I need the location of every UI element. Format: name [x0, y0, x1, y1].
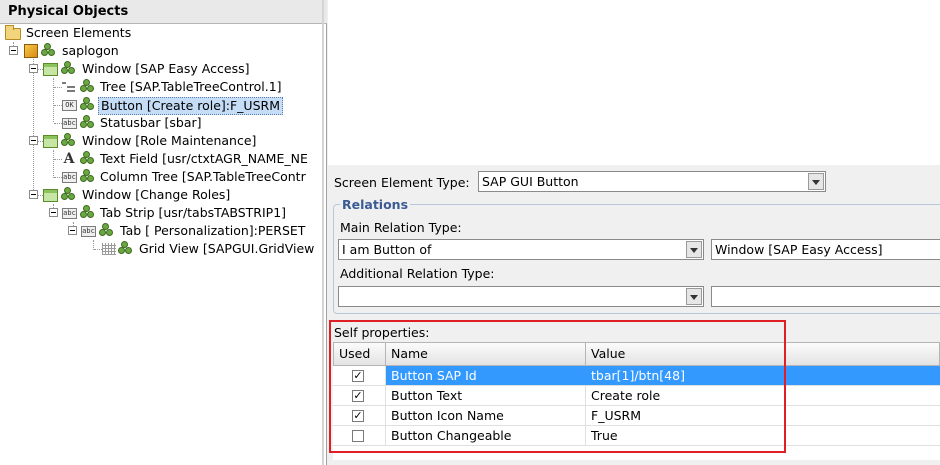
tree-node-window-change-roles[interactable]: Window [Change Roles] [0, 186, 320, 204]
folder-icon [5, 25, 21, 40]
tree-node-label: Window [Role Maintenance] [82, 133, 257, 148]
people-icon [41, 43, 57, 59]
physical-objects-panel: Physical Objects Screen Elements saplogo… [0, 0, 327, 465]
window-icon [43, 63, 58, 76]
tree-node-saplogon[interactable]: saplogon [0, 42, 320, 60]
additional-relation-target-field[interactable] [711, 286, 940, 307]
tree-node-label: Button [Create role]:F_USRM [98, 97, 283, 115]
chevron-down-icon[interactable] [808, 173, 824, 190]
tree-node-tab-personalization[interactable]: abc Tab [ Personalization]:PERSET [0, 222, 320, 240]
abc-field-icon: abc [62, 118, 77, 129]
people-icon [80, 79, 96, 95]
chevron-down-icon[interactable] [686, 288, 702, 305]
tree-node-button-create-role[interactable]: OK Button [Create role]:F_USRM [0, 96, 320, 115]
abc-field-icon: abc [62, 172, 77, 183]
chevron-down-icon[interactable] [686, 241, 702, 258]
people-icon [61, 61, 77, 77]
text-field-icon: A [63, 151, 75, 167]
collapse-icon[interactable] [29, 136, 38, 145]
tree-node-label: Window [SAP Easy Access] [82, 61, 250, 76]
people-icon [80, 97, 96, 113]
additional-relation-type-label: Additional Relation Type: [340, 266, 495, 281]
tree-node-label: Statusbar [sbar] [100, 115, 202, 130]
dropdown-value: SAP GUI Button [482, 174, 579, 189]
tree-node-label: Tree [SAP.TableTreeControl.1] [100, 79, 282, 94]
empty-area [328, 0, 940, 165]
relations-title: Relations [340, 197, 411, 212]
tree-node-statusbar[interactable]: abc Statusbar [sbar] [0, 114, 320, 132]
people-icon [80, 205, 96, 221]
tree-node-label: Grid View [SAPGUI.GridView [139, 241, 315, 256]
tree-node-window-sap-easy-access[interactable]: Window [SAP Easy Access] [0, 60, 320, 78]
abc-field-icon: abc [81, 226, 96, 237]
screen-element-type-dropdown[interactable]: SAP GUI Button [478, 171, 826, 192]
tree-node-label: Tab Strip [usr/tabsTABSTRIP1] [100, 205, 287, 220]
people-icon [99, 223, 115, 239]
tree-node-label: Tab [ Personalization]:PERSET [120, 223, 306, 238]
main-relation-target-field[interactable]: Window [SAP Easy Access] [711, 239, 940, 260]
tree-node-tree[interactable]: Tree [SAP.TableTreeControl.1] [0, 78, 320, 96]
tree-node-label: Column Tree [SAP.TableTreeContr [100, 169, 306, 184]
people-icon [61, 133, 77, 149]
window-icon [43, 135, 58, 148]
people-icon [80, 151, 96, 167]
abc-field-icon: abc [62, 208, 77, 219]
additional-relation-type-dropdown[interactable] [338, 286, 704, 307]
collapse-icon[interactable] [68, 226, 77, 235]
window-icon [43, 189, 58, 202]
ok-button-icon: OK [62, 100, 77, 111]
physical-objects-header: Physical Objects [0, 0, 327, 24]
main-relation-type-label: Main Relation Type: [340, 220, 462, 235]
people-icon [118, 241, 134, 257]
tree-node-grid-view[interactable]: Grid View [SAPGUI.GridView [0, 240, 320, 258]
collapse-icon[interactable] [49, 208, 58, 217]
main-relation-type-dropdown[interactable]: I am Button of [338, 239, 704, 260]
tree-node-screen-elements[interactable]: Screen Elements [0, 24, 320, 42]
tree-node-label: Screen Elements [26, 25, 132, 40]
tree-node-window-role-maintenance[interactable]: Window [Role Maintenance] [0, 132, 320, 150]
people-icon [80, 169, 96, 185]
sap-logon-icon [24, 44, 38, 58]
tree-node-tab-strip[interactable]: abc Tab Strip [usr/tabsTABSTRIP1] [0, 204, 320, 222]
collapse-icon[interactable] [29, 64, 38, 73]
collapse-icon[interactable] [9, 46, 18, 55]
tree-node-label: Window [Change Roles] [82, 187, 231, 202]
tree-node-label: Text Field [usr/ctxtAGR_NAME_NE [100, 151, 308, 166]
tree-node-label: saplogon [62, 43, 119, 58]
people-icon [61, 187, 77, 203]
tree-control-icon [62, 80, 76, 94]
collapse-icon[interactable] [29, 190, 38, 199]
panel-splitter[interactable] [322, 0, 324, 465]
grid-view-icon [102, 243, 116, 255]
tree-node-text-field[interactable]: A Text Field [usr/ctxtAGR_NAME_NE [0, 150, 320, 168]
screen-element-type-label: Screen Element Type: [334, 175, 470, 190]
dropdown-value: I am Button of [342, 242, 432, 257]
red-highlight-annotation [329, 320, 786, 453]
people-icon [80, 115, 96, 131]
tree-node-column-tree[interactable]: abc Column Tree [SAP.TableTreeContr [0, 168, 320, 186]
